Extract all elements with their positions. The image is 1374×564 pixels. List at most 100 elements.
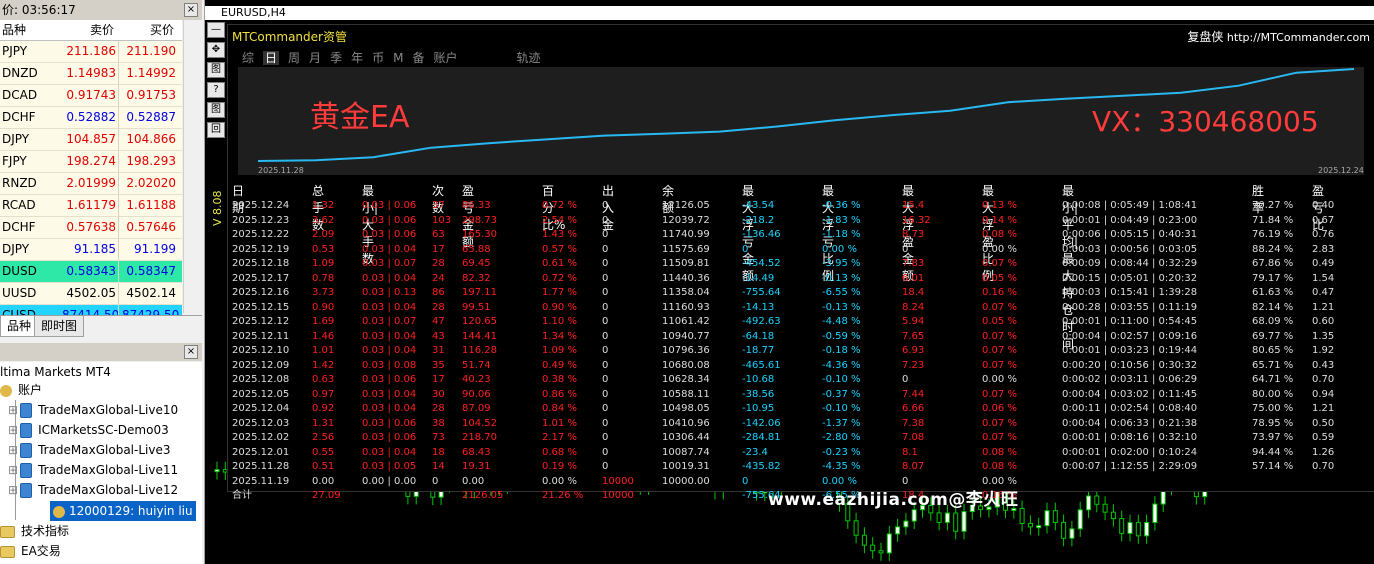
tab-tick-chart[interactable]: 即时图 (34, 316, 85, 337)
panel-tab[interactable]: 轨迹 (517, 51, 541, 65)
table-cell: 14 (432, 461, 445, 472)
table-cell: 18 (432, 446, 445, 458)
nav-account-selected[interactable]: 12000129: huiyin liu (50, 501, 196, 521)
symbol-row[interactable]: RCAD 1.61179 1.61188 (0, 195, 182, 217)
table-cell: 0.47 (1312, 287, 1335, 298)
nav-server-label: TradeMaxGlobal-Live10 (38, 403, 179, 417)
table-cell: 1.01 % (542, 417, 577, 429)
table-cell: 1.42 (312, 359, 335, 371)
table-cell: 0.03 | 0.04 (362, 272, 417, 284)
nav-server-item[interactable]: ⊞ TradeMaxGlobal-Live12 (8, 480, 178, 500)
table-cell: 10498.05 (662, 403, 710, 414)
symbol-row[interactable]: DCHF 0.52882 0.52887 (0, 107, 182, 129)
nav-server-item[interactable]: ⊞ ICMarketsSC-Demo03 (8, 420, 169, 440)
table-cell: 2025.12.04 (232, 403, 290, 414)
candle-body (1069, 528, 1075, 539)
image-icon[interactable]: 图 (207, 62, 225, 78)
nav-ea-label: EA交易 (21, 544, 61, 558)
table-cell: 合计 (232, 490, 252, 501)
table-cell: 0.49 % (542, 359, 577, 371)
table-cell: -64.18 (742, 330, 775, 342)
symbol-row[interactable]: DCHF 0.57638 0.57646 (0, 217, 182, 239)
market-watch-tabs: 品种 即时图 (0, 315, 202, 338)
symbol-name: RCAD (2, 198, 36, 212)
panel-tab[interactable]: 周 (288, 51, 300, 65)
nav-server-item[interactable]: ⊞ TradeMaxGlobal-Live11 (8, 460, 178, 480)
table-cell: 0.92 (312, 403, 335, 414)
table-cell: 0 (602, 214, 609, 226)
nav-accounts[interactable]: 账户 (0, 380, 42, 400)
table-cell: 61.63 % (1252, 287, 1294, 298)
candle-body (1027, 522, 1033, 528)
panel-tab[interactable]: 年 (351, 51, 363, 65)
table-cell: 2025.12.19 (232, 243, 290, 255)
symbol-row[interactable]: UUSD 4502.05 4502.14 (0, 283, 182, 305)
symbol-name: PJPY (2, 44, 28, 58)
symbol-row[interactable]: DJPY 91.185 91.199 (0, 239, 182, 261)
panel-tab[interactable]: 币 (372, 51, 384, 65)
panel-tab[interactable]: M (393, 51, 403, 65)
table-cell: -492.63 (742, 316, 781, 327)
table-cell: 2025.12.22 (232, 229, 290, 240)
table-cell: 0 (602, 446, 609, 458)
nav-root[interactable]: ltima Markets MT4 (0, 362, 111, 382)
table-cell: 0.03 | 0.06 (362, 432, 417, 443)
symbol-row[interactable]: FJPY 198.274 198.293 (0, 151, 182, 173)
panel-tab[interactable]: 综 (242, 51, 254, 65)
help-icon[interactable]: ? (207, 82, 225, 98)
col-ask[interactable]: 买价 (122, 20, 174, 40)
candle-body (1152, 503, 1158, 524)
minimize-icon[interactable]: — (207, 22, 225, 38)
refresh-icon[interactable]: 回 (207, 122, 225, 138)
table-cell: -18.77 (742, 345, 775, 356)
table-cell: 0:00:04 | 0:06:33 | 0:21:38 (1062, 417, 1198, 429)
server-icon (20, 403, 33, 418)
table-cell: 0.70 (1312, 461, 1335, 472)
nav-indicators[interactable]: 技术指标 (0, 521, 69, 541)
panel-tab[interactable]: 季 (330, 51, 342, 65)
table-cell: 0.50 (1312, 417, 1335, 429)
move-icon[interactable]: ✥ (207, 42, 225, 58)
ask-price: 0.91753 (126, 88, 176, 102)
symbol-row[interactable]: DUSD 0.58343 0.58347 (0, 261, 182, 283)
table-cell: 0 (602, 359, 609, 371)
symbol-row[interactable]: PJPY 211.186 211.190 (0, 41, 182, 63)
panel-tab[interactable]: 备 (412, 51, 424, 65)
table-cell: 0.03 | 0.04 (362, 301, 417, 313)
table-cell: 0:00:03 | 0:15:41 | 1:39:28 (1062, 287, 1198, 298)
col-symbol[interactable]: 品种 (2, 20, 26, 40)
chart-window[interactable]: EURUSD,H4 — ✥ 图 ? 图 回 V 8.08 MTCommander… (205, 0, 1374, 564)
table-cell: 0 (602, 417, 609, 429)
table-cell: 0 (602, 301, 609, 313)
table-cell: 10019.31 (662, 461, 710, 472)
nav-server-item[interactable]: ⊞ TradeMaxGlobal-Live3 (8, 440, 170, 460)
tab-symbols[interactable]: 品种 (0, 316, 39, 337)
table-cell: 0.40 (1312, 200, 1335, 211)
panel-tab[interactable]: 日 (263, 51, 280, 65)
symbol-row[interactable]: RNZD 2.01999 2.02020 (0, 173, 182, 195)
panel-tab[interactable]: 账户 (433, 51, 457, 65)
ask-price: 91.199 (134, 242, 176, 256)
table-cell: 0:00:20 | 0:10:56 | 0:30:32 (1062, 359, 1198, 371)
symbol-row[interactable]: DNZD 1.14983 1.14992 (0, 63, 182, 85)
close-icon[interactable]: × (184, 3, 198, 17)
candle-body (1077, 509, 1083, 530)
table-row: 2025.12.16 3.73 0.03 | 0.13 86 197.11 1.77 % 0… (232, 286, 1372, 301)
image-icon[interactable]: 图 (207, 102, 225, 118)
symbol-row[interactable]: DCAD 0.91743 0.91753 (0, 85, 182, 107)
market-watch-scrollbar[interactable] (183, 20, 202, 313)
table-cell: 73.97 % (1252, 432, 1294, 443)
close-icon[interactable]: × (184, 345, 198, 359)
symbol-row[interactable]: DJPY 104.857 104.866 (0, 129, 182, 151)
table-cell: 0.72 % (542, 200, 577, 211)
nav-server-item[interactable]: ⊞ TradeMaxGlobal-Live10 (8, 400, 178, 420)
table-cell: 0.00 (462, 475, 485, 487)
nav-expert-advisors[interactable]: EA交易 (0, 541, 61, 561)
table-cell: 8.73 (902, 229, 925, 240)
table-cell: 8.07 (902, 461, 925, 472)
table-cell: 0.16 % (982, 287, 1017, 298)
panel-brand-url[interactable]: http://MTCommander.com (1227, 31, 1370, 44)
column-divider (118, 173, 119, 194)
col-bid[interactable]: 卖价 (62, 20, 114, 40)
panel-tab[interactable]: 月 (309, 51, 321, 65)
